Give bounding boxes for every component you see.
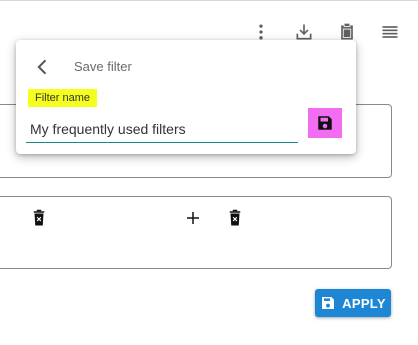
save-icon: [322, 297, 335, 309]
filter-group-box: [0, 196, 392, 269]
filter-name-label: Filter name: [28, 89, 98, 107]
apply-button-label: APPLY: [342, 295, 386, 311]
delete-icon[interactable]: [28, 207, 50, 229]
top-divider: [0, 0, 418, 1]
popover-title: Save filter: [74, 59, 132, 74]
add-icon[interactable]: [182, 207, 204, 229]
save-icon: [318, 116, 332, 130]
delete-icon[interactable]: [224, 207, 246, 229]
save-filter-popover: Save filter Filter name: [16, 40, 356, 154]
menu-icon[interactable]: [378, 20, 402, 44]
chevron-left-icon: [37, 59, 47, 75]
filter-name-input[interactable]: [26, 116, 298, 143]
apply-button[interactable]: APPLY: [315, 289, 391, 317]
save-button[interactable]: [308, 108, 342, 138]
back-button[interactable]: [32, 56, 54, 78]
